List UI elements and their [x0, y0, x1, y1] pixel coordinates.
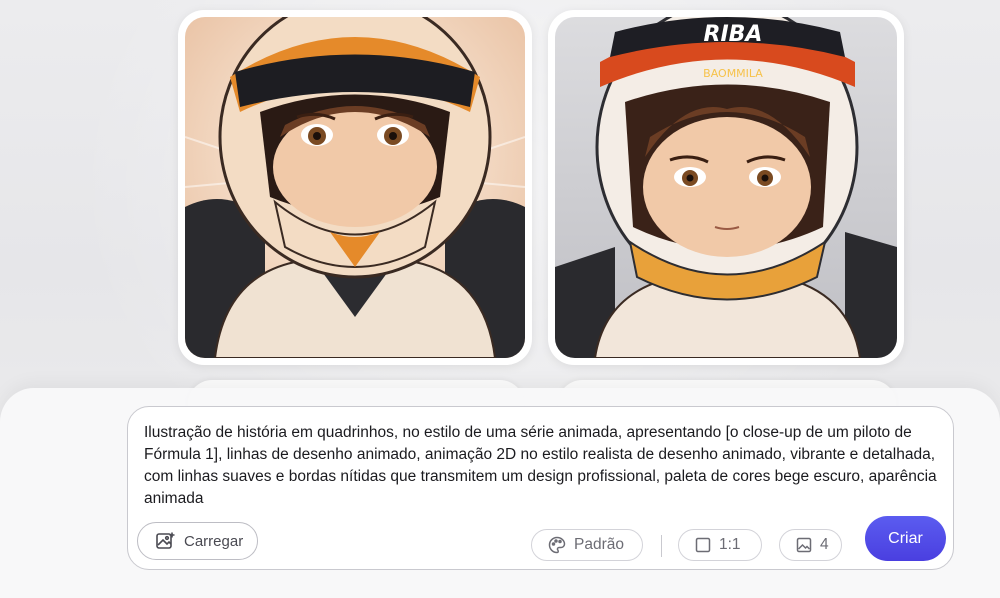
style-label: Padrão [574, 536, 624, 553]
images-icon [796, 537, 812, 553]
toolbar-divider [661, 535, 662, 557]
square-icon [695, 537, 711, 553]
upload-button[interactable]: Carregar [137, 522, 258, 560]
aspect-ratio-label: 1:1 [719, 536, 741, 553]
image-count-label: 4 [820, 536, 829, 553]
aspect-ratio-selector[interactable]: 1:1 [678, 529, 762, 561]
helmet-logo-text: RIBA [704, 22, 763, 47]
generated-image-2[interactable]: RIBA BAOMMILA [555, 17, 897, 358]
generated-image-1[interactable] [185, 17, 525, 358]
style-selector[interactable]: Padrão [531, 529, 643, 561]
prompt-box[interactable]: Ilustração de história em quadrinhos, no… [127, 406, 954, 570]
image-upload-icon [155, 531, 175, 551]
generated-image-card-1[interactable] [178, 10, 532, 365]
prompt-input[interactable]: Ilustração de história em quadrinhos, no… [144, 422, 939, 510]
image-count-selector[interactable]: 4 [779, 529, 842, 561]
helmet-sponsor-text: BAOMMILA [703, 67, 763, 80]
palette-icon [548, 536, 566, 554]
upload-label: Carregar [184, 532, 244, 550]
create-button[interactable]: Criar [865, 516, 946, 561]
generated-image-card-2[interactable]: RIBA BAOMMILA [548, 10, 904, 365]
